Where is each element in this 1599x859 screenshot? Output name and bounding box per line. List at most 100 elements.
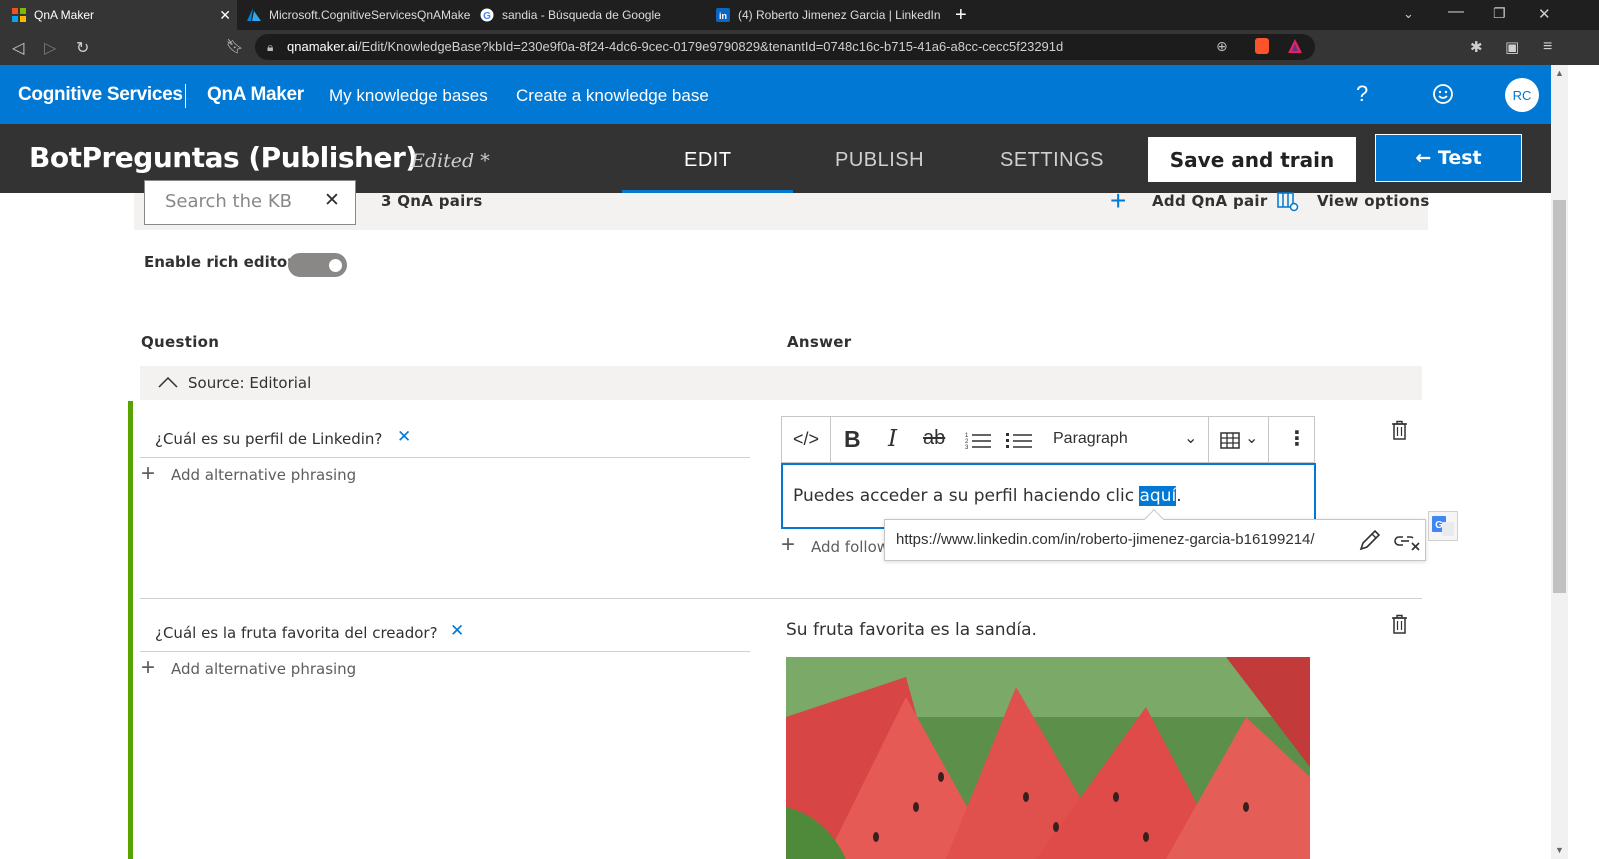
wallet-icon[interactable]: ▣ — [1505, 38, 1519, 56]
close-window-icon[interactable]: ✕ — [1538, 5, 1551, 23]
italic-icon[interactable]: I — [888, 426, 897, 452]
close-tab-icon[interactable]: ✕ — [219, 7, 231, 24]
link-url[interactable]: https://www.linkedin.com/in/roberto-jime… — [896, 531, 1315, 548]
more-options-icon[interactable]: ⋮ — [1287, 426, 1307, 451]
svg-text:3: 3 — [965, 445, 969, 449]
back-icon[interactable]: ◁ — [12, 38, 24, 58]
bold-icon[interactable]: B — [844, 426, 861, 453]
question-column-header: Question — [141, 333, 220, 351]
add-alternative-phrasing[interactable]: Add alternative phrasing — [171, 660, 356, 678]
format-dropdown[interactable]: Paragraph — [1053, 430, 1128, 448]
tab-title: (4) Roberto Jimenez Garcia | LinkedIn — [738, 8, 941, 22]
brave-rewards-icon[interactable] — [1287, 38, 1303, 54]
brand-cognitive-services[interactable]: Cognitive Services — [18, 84, 183, 106]
unlink-icon[interactable] — [1393, 530, 1421, 552]
rich-editor-label: Enable rich editor — [144, 253, 295, 271]
answer-column-header: Answer — [787, 333, 852, 351]
clear-search-icon[interactable]: ✕ — [324, 189, 340, 212]
question-text[interactable]: ¿Cuál es la fruta favorita del creador? — [155, 624, 438, 642]
google-logo-icon: G — [480, 8, 494, 22]
bookmark-icon[interactable]: 🔖︎ — [226, 38, 244, 55]
browser-tab-google[interactable]: G sandia - Búsqueda de Google — [478, 0, 703, 30]
page-title: BotPreguntas (Publisher) — [29, 141, 418, 174]
toolbar-divider — [1268, 417, 1269, 462]
answer-text[interactable]: Su fruta favorita es la sandía. — [786, 620, 1037, 640]
microsoft-logo-icon — [12, 8, 26, 22]
chevron-up-icon[interactable] — [158, 376, 178, 388]
nav-create-knowledge-base[interactable]: Create a knowledge base — [516, 86, 709, 106]
help-icon[interactable]: ? — [1356, 81, 1368, 107]
chevron-down-icon[interactable]: ⌄ — [1245, 428, 1258, 448]
translate-icon[interactable]: G — [1428, 511, 1458, 541]
avatar[interactable]: RC — [1505, 78, 1539, 112]
watermelon-image — [786, 657, 1310, 859]
extensions-icon[interactable]: ✱ — [1470, 38, 1483, 56]
add-icon[interactable]: + — [1110, 185, 1126, 217]
nav-separator — [185, 84, 186, 108]
new-tab-icon[interactable]: + — [955, 4, 967, 27]
tab-settings[interactable]: SETTINGS — [1000, 149, 1104, 172]
restore-icon[interactable]: ❐ — [1493, 5, 1506, 22]
tab-publish[interactable]: PUBLISH — [835, 149, 924, 172]
browser-tab-bar: QnA Maker ✕ Microsoft.CognitiveServicesQ… — [0, 0, 1599, 30]
browser-tab-qnamaker[interactable]: QnA Maker ✕ — [0, 0, 237, 30]
add-icon[interactable]: + — [141, 656, 155, 680]
tab-title: Microsoft.CognitiveServicesQnAMaker — [269, 8, 471, 22]
toolbar-divider — [830, 417, 831, 462]
browser-tab-azure[interactable]: Microsoft.CognitiveServicesQnAMaker — [241, 0, 471, 30]
search-placeholder: Search the KB — [165, 191, 292, 212]
svg-text:G: G — [1435, 520, 1443, 531]
svg-text:in: in — [719, 11, 727, 21]
rich-editor-toolbar: </> B I ab 123 Paragraph ⌄ ⌄ ⋮ — [781, 416, 1315, 463]
brand-qna-maker[interactable]: QnA Maker — [207, 84, 304, 106]
add-icon[interactable]: + — [141, 462, 155, 486]
top-navigation: Cognitive Services QnA Maker My knowledg… — [0, 65, 1551, 124]
add-qna-pair-button[interactable]: Add QnA pair — [1152, 192, 1268, 210]
save-and-train-button[interactable]: Save and train — [1148, 137, 1356, 182]
edited-status: Edited * — [411, 150, 490, 172]
minimize-icon[interactable]: — — [1448, 3, 1464, 21]
menu-icon[interactable]: ≡ — [1543, 38, 1552, 56]
test-button[interactable]: ← Test — [1375, 134, 1522, 182]
answer-text[interactable]: Puedes acceder a su perfil haciendo clic… — [793, 486, 1182, 506]
lock-icon: 🔒︎ — [267, 40, 274, 54]
bullet-list-icon[interactable] — [1006, 431, 1032, 449]
scroll-down-icon[interactable]: ▼ — [1555, 845, 1564, 855]
nav-my-knowledge-bases[interactable]: My knowledge bases — [329, 86, 488, 106]
delete-pair-icon[interactable] — [1391, 614, 1408, 634]
numbered-list-icon[interactable]: 123 — [965, 431, 991, 449]
feedback-smiley-icon[interactable] — [1432, 83, 1454, 105]
qna-pair-count: 3 QnA pairs — [381, 192, 483, 210]
code-view-icon[interactable]: </> — [793, 429, 819, 450]
question-text[interactable]: ¿Cuál es su perfil de Linkedin? — [155, 430, 382, 448]
delete-question-icon[interactable]: ✕ — [397, 427, 411, 447]
source-group-header[interactable] — [140, 366, 1422, 400]
view-options-icon[interactable] — [1277, 192, 1299, 212]
editing-indicator-bar — [128, 401, 133, 859]
delete-question-icon[interactable]: ✕ — [450, 621, 464, 641]
toggle-knob — [329, 259, 342, 272]
delete-pair-icon[interactable] — [1391, 420, 1408, 440]
tab-search-icon[interactable]: ⌄ — [1403, 6, 1414, 22]
strikethrough-icon[interactable]: ab — [923, 427, 945, 450]
azure-logo-icon — [247, 8, 261, 21]
browser-tab-linkedin[interactable]: in (4) Roberto Jimenez Garcia | LinkedIn — [714, 0, 944, 30]
view-options-button[interactable]: View options — [1317, 192, 1430, 210]
edit-link-icon[interactable] — [1358, 528, 1382, 552]
scrollbar-thumb[interactable] — [1553, 200, 1566, 593]
url-text: qnamaker.ai/Edit/KnowledgeBase?kbId=230e… — [287, 39, 1064, 54]
reload-icon[interactable]: ↻ — [76, 38, 89, 58]
svg-text:G: G — [483, 11, 491, 22]
answer-link[interactable]: aquí — [1139, 486, 1177, 506]
add-follow-up-prompt[interactable]: Add follow — [811, 538, 889, 556]
scroll-up-icon[interactable]: ▲ — [1555, 68, 1564, 78]
brave-shield-icon[interactable] — [1255, 38, 1269, 54]
tab-edit[interactable]: EDIT — [684, 149, 732, 172]
table-icon[interactable] — [1220, 432, 1240, 449]
add-alternative-phrasing[interactable]: Add alternative phrasing — [171, 466, 356, 484]
chevron-down-icon[interactable]: ⌄ — [1184, 428, 1197, 448]
zoom-icon[interactable]: ⊕ — [1216, 38, 1228, 55]
add-icon[interactable]: + — [781, 533, 795, 557]
forward-icon[interactable]: ▷ — [44, 38, 56, 58]
tab-title: sandia - Búsqueda de Google — [502, 8, 661, 22]
